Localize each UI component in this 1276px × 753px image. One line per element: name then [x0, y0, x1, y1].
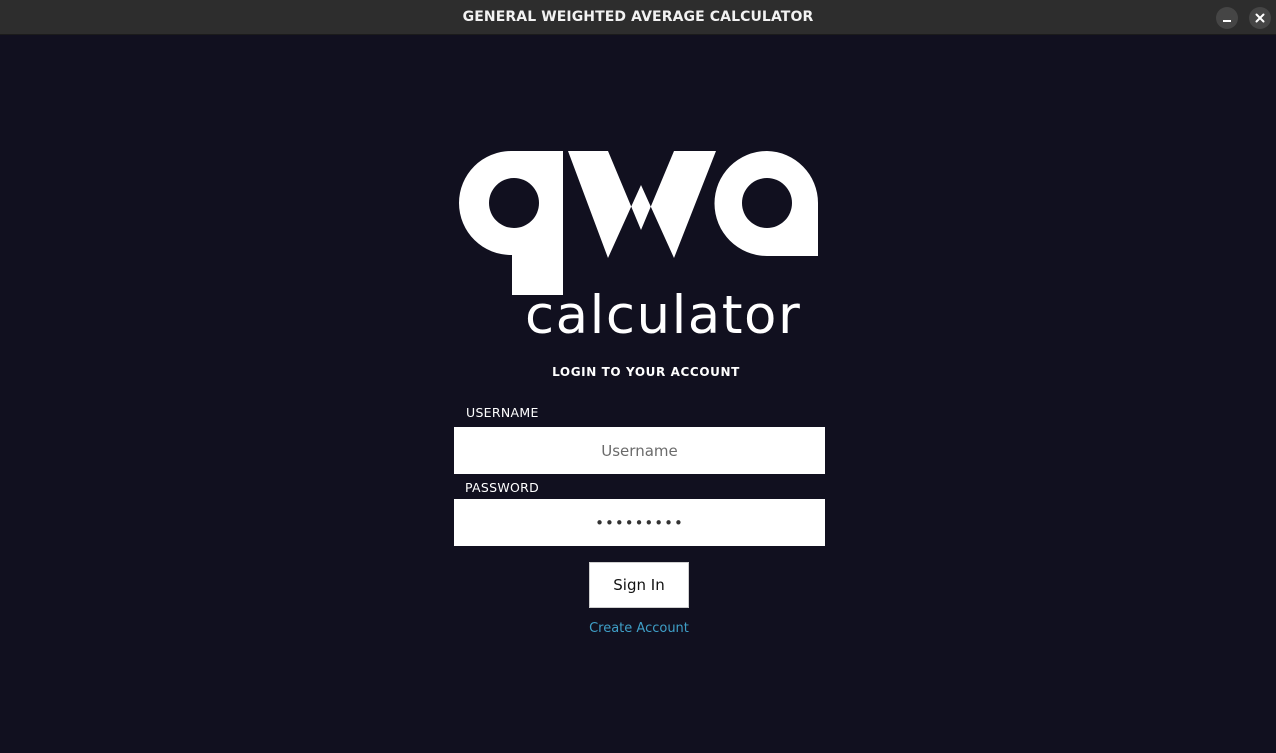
window-title: GENERAL WEIGHTED AVERAGE CALCULATOR: [462, 9, 814, 25]
close-button[interactable]: [1249, 7, 1271, 29]
close-icon: [1255, 13, 1265, 23]
password-label: PASSWORD: [465, 480, 540, 495]
logo-subtitle: calculator: [525, 285, 801, 340]
login-heading: LOGIN TO YOUR ACCOUNT: [552, 365, 740, 379]
create-account-link[interactable]: Create Account: [0, 621, 1276, 636]
gwa-calculator-logo: calculator: [459, 151, 818, 340]
password-input[interactable]: [454, 499, 825, 546]
minimize-button[interactable]: [1216, 7, 1238, 29]
title-bar: GENERAL WEIGHTED AVERAGE CALCULATOR: [0, 0, 1276, 35]
username-input[interactable]: [454, 427, 825, 474]
username-label: USERNAME: [466, 405, 539, 420]
logo-letter-w: [568, 151, 716, 258]
logo-letter-a: [714, 151, 818, 256]
logo-letter-g: [459, 151, 563, 295]
sign-in-button[interactable]: Sign In: [589, 562, 689, 608]
minimize-icon: [1223, 20, 1231, 22]
